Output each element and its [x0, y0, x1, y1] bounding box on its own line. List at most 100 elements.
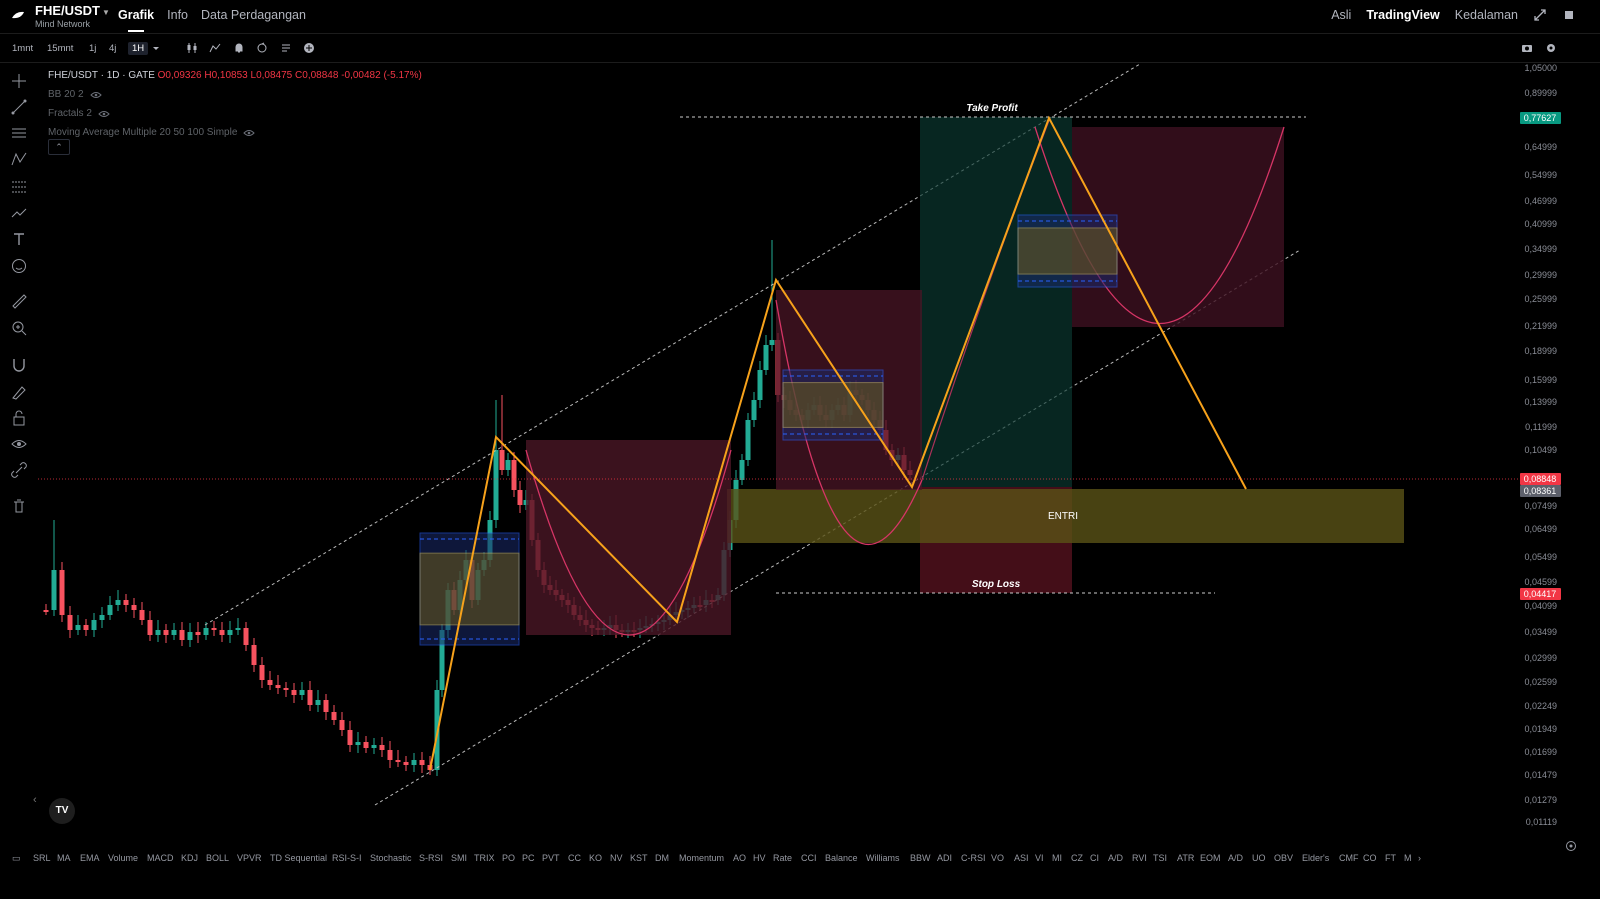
legend-collapse-button[interactable]: ⌃	[48, 139, 70, 155]
price-chart[interactable]: Take Profit Stop Loss ENTRI 1,05000 0,89999…	[38, 64, 1600, 834]
indicator-button[interactable]: KST	[630, 853, 648, 863]
replay-icon[interactable]	[256, 42, 268, 54]
gear-icon[interactable]	[1545, 42, 1557, 54]
indicator-button[interactable]: Stochastic	[370, 853, 412, 863]
alert-icon[interactable]	[233, 42, 245, 54]
indicator-bb[interactable]: BB 20 2	[48, 89, 422, 100]
indicator-button[interactable]: HV	[753, 853, 766, 863]
indicator-button[interactable]: UO	[1252, 853, 1266, 863]
indicator-button[interactable]: OBV	[1274, 853, 1293, 863]
indicator-button[interactable]: TSI	[1153, 853, 1167, 863]
candle-type-icon[interactable]	[186, 42, 198, 54]
timeframe-4j[interactable]: 4j	[109, 43, 116, 54]
indicator-button[interactable]: Volume	[108, 853, 138, 863]
forecast-icon[interactable]	[10, 204, 28, 222]
layout-icon[interactable]: ▭	[12, 853, 21, 864]
tab-grafik[interactable]: Grafik	[118, 8, 154, 32]
zoom-icon[interactable]	[10, 319, 28, 337]
indicator-button[interactable]: SRL	[33, 853, 51, 863]
indicator-button[interactable]: CMF	[1339, 853, 1359, 863]
indicator-button[interactable]: ADI	[937, 853, 952, 863]
indicator-ma[interactable]: Moving Average Multiple 20 50 100 Simple	[48, 127, 422, 138]
indicator-button[interactable]: ASI	[1014, 853, 1029, 863]
trash-icon[interactable]	[10, 497, 28, 515]
add-icon[interactable]	[303, 42, 315, 54]
timeframe-1h[interactable]: 1H	[128, 42, 149, 55]
emoji-icon[interactable]	[10, 257, 28, 275]
indicator-button[interactable]: AO	[733, 853, 746, 863]
indicator-button[interactable]: M	[1404, 853, 1412, 863]
chevron-right-icon[interactable]: ›	[1418, 853, 1421, 863]
indicator-button[interactable]: VI	[1035, 853, 1044, 863]
indicator-button[interactable]: Elder's	[1302, 853, 1329, 863]
indicator-button[interactable]: VPVR	[237, 853, 262, 863]
fullscreen-icon[interactable]	[1533, 8, 1547, 22]
indicator-button[interactable]: RVI	[1132, 853, 1147, 863]
tab-info[interactable]: Info	[167, 8, 188, 22]
eye-icon[interactable]	[10, 435, 28, 453]
indicator-button[interactable]: Rate	[773, 853, 792, 863]
indicator-button[interactable]: A/D	[1228, 853, 1243, 863]
indicator-button[interactable]: A/D	[1108, 853, 1123, 863]
indicator-button[interactable]: RSI-S-I	[332, 853, 362, 863]
indicator-button[interactable]: DM	[655, 853, 669, 863]
text-icon[interactable]	[10, 230, 28, 248]
indicator-button[interactable]: FT	[1385, 853, 1396, 863]
crosshair-icon[interactable]	[10, 72, 28, 90]
chevron-left-icon[interactable]: ‹	[33, 794, 37, 806]
chevron-down-icon[interactable]	[150, 42, 162, 54]
eye-icon[interactable]	[243, 129, 256, 137]
indicator-button[interactable]: S-RSI	[419, 853, 443, 863]
indicator-button[interactable]: CCI	[801, 853, 817, 863]
timeframe-1j[interactable]: 1j	[89, 43, 96, 54]
indicator-button[interactable]: PVT	[542, 853, 560, 863]
template-icon[interactable]	[280, 42, 292, 54]
indicator-button[interactable]: KO	[589, 853, 602, 863]
indicator-fractals[interactable]: Fractals 2	[48, 108, 422, 119]
indicator-button[interactable]: PC	[522, 853, 535, 863]
mode-asli[interactable]: Asli	[1331, 8, 1351, 22]
indicator-button[interactable]: TRIX	[474, 853, 495, 863]
pattern-icon[interactable]	[10, 150, 28, 168]
indicator-button[interactable]: EOM	[1200, 853, 1221, 863]
timeframe-15mnt[interactable]: 15mnt	[47, 43, 73, 54]
indicator-button[interactable]: MA	[57, 853, 71, 863]
fib-icon[interactable]	[10, 178, 28, 196]
indicator-button[interactable]: EMA	[80, 853, 100, 863]
link-icon[interactable]	[10, 461, 28, 479]
indicator-button[interactable]: PO	[502, 853, 515, 863]
tab-data-perdagangan[interactable]: Data Perdagangan	[201, 8, 306, 22]
indicator-button[interactable]: Williams	[866, 853, 900, 863]
eye-icon[interactable]	[98, 110, 110, 118]
mode-kedalaman[interactable]: Kedalaman	[1455, 8, 1518, 22]
ruler-icon[interactable]	[10, 292, 28, 310]
indicator-button[interactable]: ATR	[1177, 853, 1194, 863]
indicator-button[interactable]: CO	[1363, 853, 1377, 863]
indicator-button[interactable]: KDJ	[181, 853, 198, 863]
mode-tradingview[interactable]: TradingView	[1366, 8, 1439, 22]
timeframe-1mnt[interactable]: 1mnt	[12, 43, 33, 54]
camera-icon[interactable]	[1521, 42, 1533, 54]
indicators-icon[interactable]	[209, 42, 221, 54]
indicator-button[interactable]: CZ	[1071, 853, 1083, 863]
horizontal-lines-icon[interactable]	[10, 124, 28, 142]
indicator-button[interactable]: C-RSI	[961, 853, 986, 863]
indicator-button[interactable]: BBW	[910, 853, 931, 863]
symbol-selector[interactable]: FHE/USDT ▼	[35, 3, 110, 18]
indicator-button[interactable]: VO	[991, 853, 1004, 863]
trend-line-icon[interactable]	[10, 98, 28, 116]
indicator-button[interactable]: TD Sequential	[270, 853, 327, 863]
window-icon[interactable]	[1562, 8, 1576, 22]
eye-icon[interactable]	[89, 91, 102, 99]
indicator-button[interactable]: MI	[1052, 853, 1062, 863]
indicator-button[interactable]: MACD	[147, 853, 174, 863]
indicator-button[interactable]: SMI	[451, 853, 467, 863]
indicator-button[interactable]: NV	[610, 853, 623, 863]
indicator-button[interactable]: BOLL	[206, 853, 229, 863]
indicator-button[interactable]: CC	[568, 853, 581, 863]
magnet-icon[interactable]	[10, 356, 28, 374]
indicator-button[interactable]: CI	[1090, 853, 1099, 863]
pencil-lock-icon[interactable]	[10, 383, 28, 401]
indicator-button[interactable]: Momentum	[679, 853, 724, 863]
lock-icon[interactable]	[10, 409, 28, 427]
